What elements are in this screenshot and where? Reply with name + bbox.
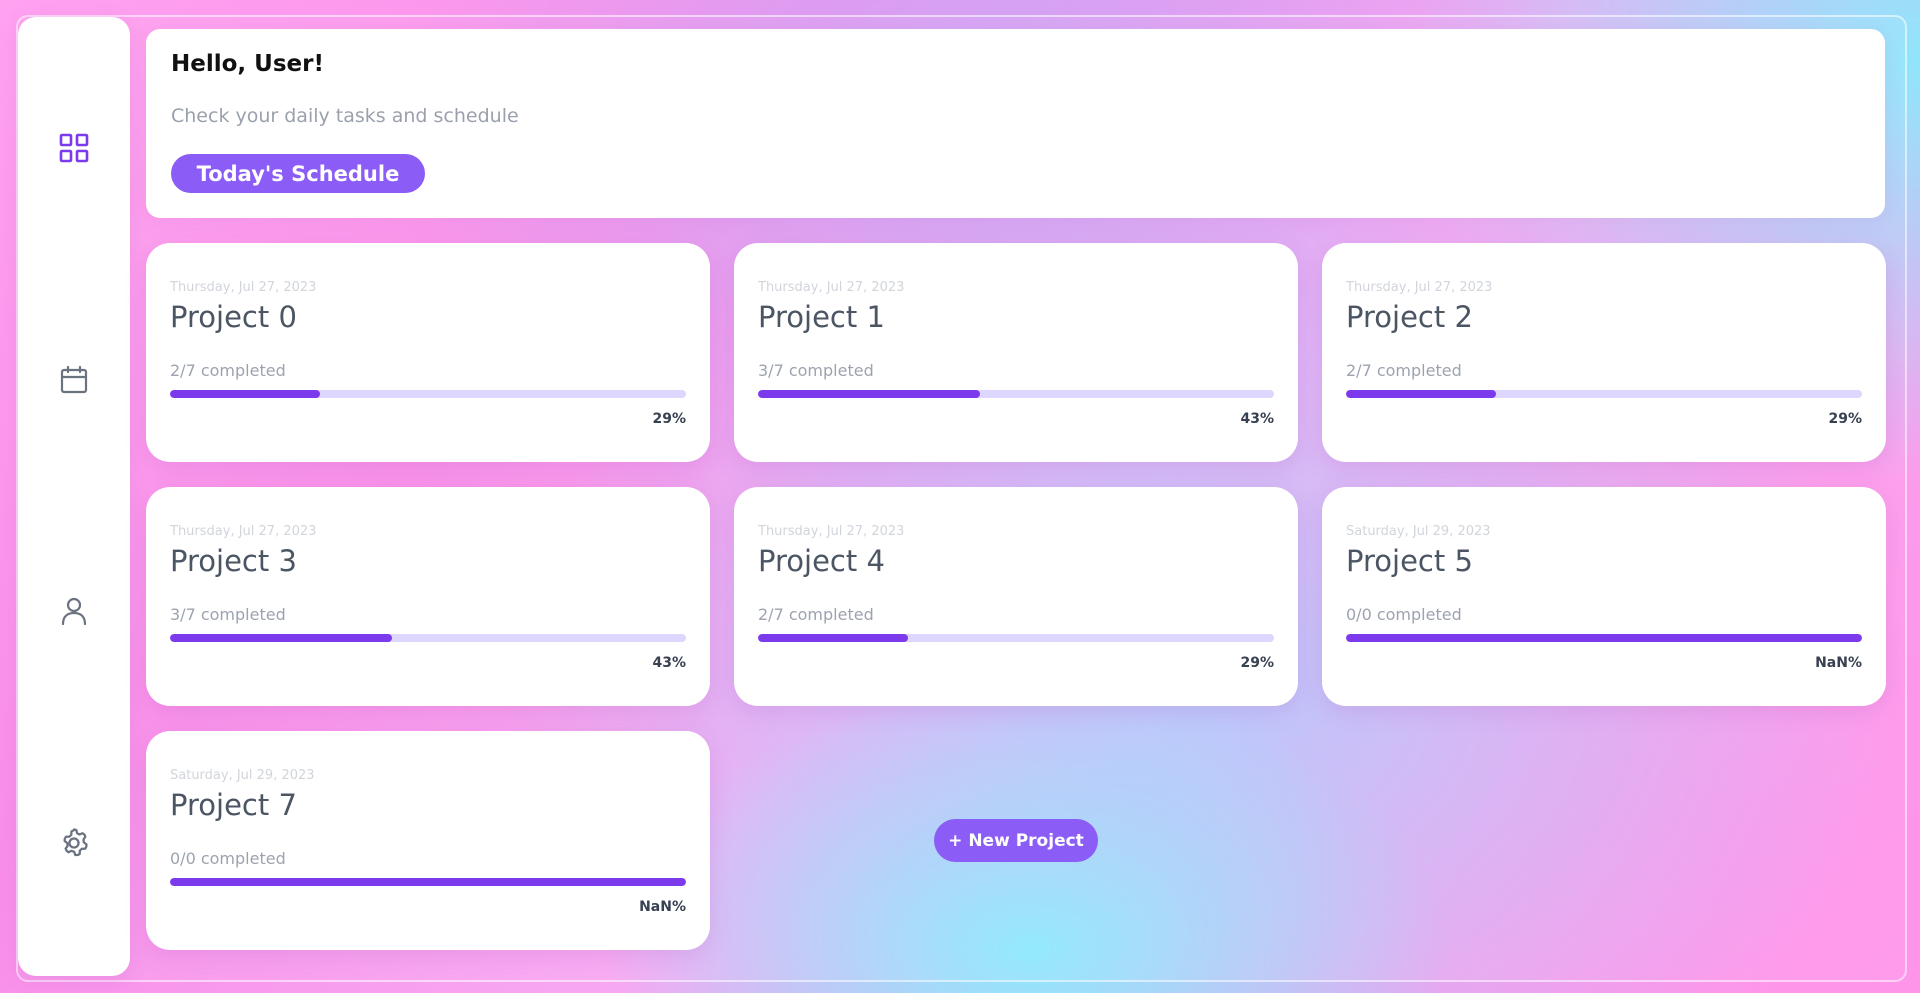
progress-track xyxy=(1346,634,1862,642)
sidebar-item-calendar[interactable] xyxy=(54,360,94,400)
project-title: Project 4 xyxy=(758,544,885,578)
grid-icon xyxy=(59,133,89,163)
welcome-panel: Hello, User! Check your daily tasks and … xyxy=(146,29,1885,218)
progress-fill xyxy=(170,634,392,642)
progress-track xyxy=(170,390,686,398)
project-date: Thursday, Jul 27, 2023 xyxy=(1346,280,1493,295)
project-card[interactable]: Thursday, Jul 27, 2023 Project 3 3/7 com… xyxy=(146,487,710,706)
progress-percent: 43% xyxy=(1240,411,1274,427)
project-date: Saturday, Jul 29, 2023 xyxy=(170,768,315,783)
project-card[interactable]: Thursday, Jul 27, 2023 Project 2 2/7 com… xyxy=(1322,243,1886,462)
project-title: Project 1 xyxy=(758,300,885,334)
user-icon xyxy=(61,597,87,626)
calendar-icon xyxy=(60,365,88,394)
progress-track xyxy=(1346,390,1862,398)
project-date: Saturday, Jul 29, 2023 xyxy=(1346,524,1491,539)
project-date: Thursday, Jul 27, 2023 xyxy=(758,280,905,295)
todays-schedule-button[interactable]: Today's Schedule xyxy=(171,154,425,193)
progress-percent: 29% xyxy=(1240,655,1274,671)
project-completed-count: 0/0 completed xyxy=(170,849,286,868)
progress-track xyxy=(758,634,1274,642)
sidebar-item-settings[interactable] xyxy=(54,823,94,863)
sidebar xyxy=(18,17,130,976)
progress-percent: 29% xyxy=(652,411,686,427)
new-project-button[interactable]: + New Project xyxy=(934,819,1098,862)
project-title: Project 7 xyxy=(170,788,297,822)
sidebar-item-profile[interactable] xyxy=(54,591,94,631)
progress-track xyxy=(170,878,686,886)
sidebar-item-dashboard[interactable] xyxy=(54,128,94,168)
project-card[interactable]: Thursday, Jul 27, 2023 Project 4 2/7 com… xyxy=(734,487,1298,706)
project-date: Thursday, Jul 27, 2023 xyxy=(170,280,317,295)
progress-fill xyxy=(758,390,980,398)
project-completed-count: 2/7 completed xyxy=(758,605,874,624)
progress-fill xyxy=(170,390,320,398)
welcome-subtitle: Check your daily tasks and schedule xyxy=(171,105,519,127)
greeting-heading: Hello, User! xyxy=(171,51,324,77)
progress-percent: 43% xyxy=(652,655,686,671)
progress-fill xyxy=(170,878,686,886)
progress-percent: 29% xyxy=(1828,411,1862,427)
progress-fill xyxy=(1346,634,1862,642)
project-completed-count: 2/7 completed xyxy=(170,361,286,380)
project-title: Project 5 xyxy=(1346,544,1473,578)
project-card[interactable]: Saturday, Jul 29, 2023 Project 7 0/0 com… xyxy=(146,731,710,950)
project-title: Project 0 xyxy=(170,300,297,334)
project-completed-count: 2/7 completed xyxy=(1346,361,1462,380)
project-completed-count: 3/7 completed xyxy=(170,605,286,624)
project-title: Project 2 xyxy=(1346,300,1473,334)
progress-fill xyxy=(758,634,908,642)
project-date: Thursday, Jul 27, 2023 xyxy=(170,524,317,539)
progress-percent: NaN% xyxy=(1815,655,1862,671)
project-completed-count: 0/0 completed xyxy=(1346,605,1462,624)
progress-track xyxy=(170,634,686,642)
project-date: Thursday, Jul 27, 2023 xyxy=(758,524,905,539)
project-completed-count: 3/7 completed xyxy=(758,361,874,380)
project-card[interactable]: Thursday, Jul 27, 2023 Project 1 3/7 com… xyxy=(734,243,1298,462)
progress-fill xyxy=(1346,390,1496,398)
project-card[interactable]: Thursday, Jul 27, 2023 Project 0 2/7 com… xyxy=(146,243,710,462)
project-card[interactable]: Saturday, Jul 29, 2023 Project 5 0/0 com… xyxy=(1322,487,1886,706)
progress-percent: NaN% xyxy=(639,899,686,915)
progress-track xyxy=(758,390,1274,398)
project-title: Project 3 xyxy=(170,544,297,578)
gear-icon xyxy=(63,828,88,857)
